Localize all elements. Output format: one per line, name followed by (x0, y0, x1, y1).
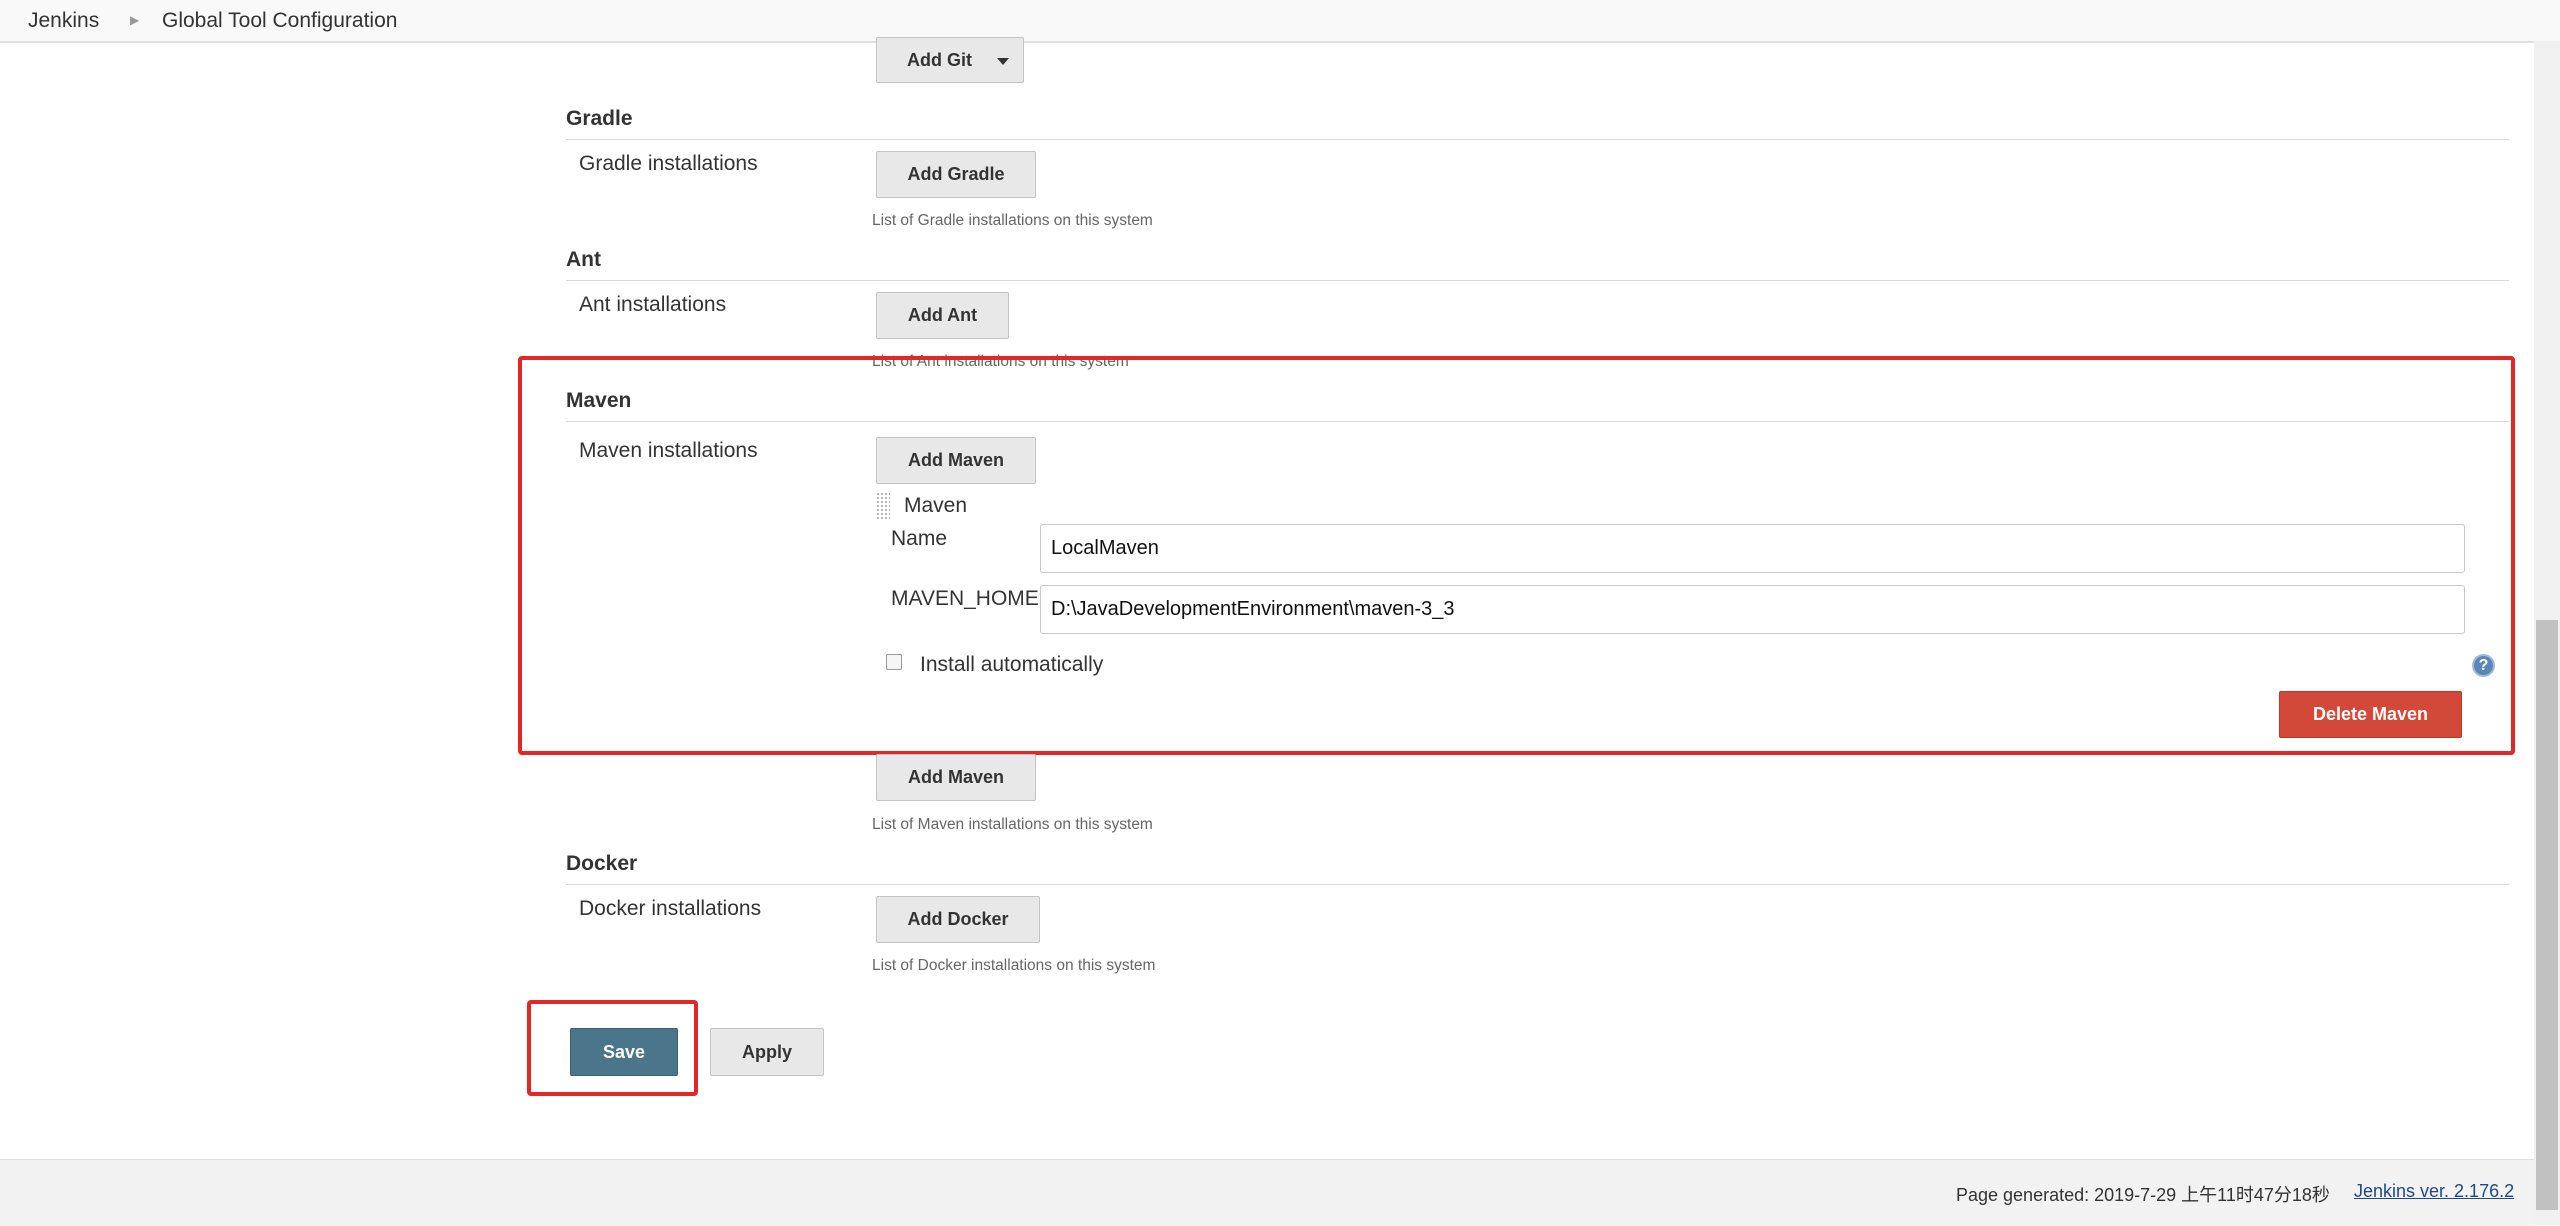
add-maven-button-bottom[interactable]: Add Maven (876, 754, 1036, 801)
section-divider (566, 139, 2509, 140)
add-git-label: Add Git (907, 49, 972, 70)
maven-highlight-box (518, 356, 2515, 755)
ant-installations-label: Ant installations (579, 293, 727, 316)
docker-description: List of Docker installations on this sys… (872, 957, 1156, 974)
section-divider (566, 884, 2509, 885)
breadcrumb-item-jenkins[interactable]: Jenkins (28, 9, 99, 33)
section-title-gradle: Gradle (566, 107, 633, 130)
breadcrumb: Jenkins ▶ Global Tool Configuration (0, 0, 2560, 43)
caret-down-icon[interactable] (997, 58, 1009, 65)
save-highlight-box (527, 1000, 698, 1096)
section-title-docker: Docker (566, 852, 638, 875)
add-git-button[interactable]: Add Git (876, 37, 1024, 83)
section-title-ant: Ant (566, 248, 601, 271)
page-footer: Page generated: 2019-7-29 上午11时47分18秒 Je… (0, 1159, 2534, 1226)
jenkins-version-link[interactable]: Jenkins ver. 2.176.2 (2354, 1181, 2514, 1202)
maven-description: List of Maven installations on this syst… (872, 816, 1153, 833)
scrollbar-thumb[interactable] (2536, 620, 2558, 1210)
add-docker-button[interactable]: Add Docker (876, 896, 1040, 943)
page-generated-text: Page generated: 2019-7-29 上午11时47分18秒 (1956, 1185, 2330, 1205)
section-divider (566, 280, 2509, 281)
add-gradle-button[interactable]: Add Gradle (876, 151, 1036, 198)
gradle-description: List of Gradle installations on this sys… (872, 212, 1153, 229)
apply-button[interactable]: Apply (710, 1028, 824, 1076)
chevron-right-icon: ▶ (130, 13, 140, 27)
gradle-installations-label: Gradle installations (579, 152, 758, 175)
docker-installations-label: Docker installations (579, 897, 762, 920)
breadcrumb-item-global-tool-configuration[interactable]: Global Tool Configuration (162, 9, 397, 33)
add-ant-button[interactable]: Add Ant (876, 292, 1009, 339)
